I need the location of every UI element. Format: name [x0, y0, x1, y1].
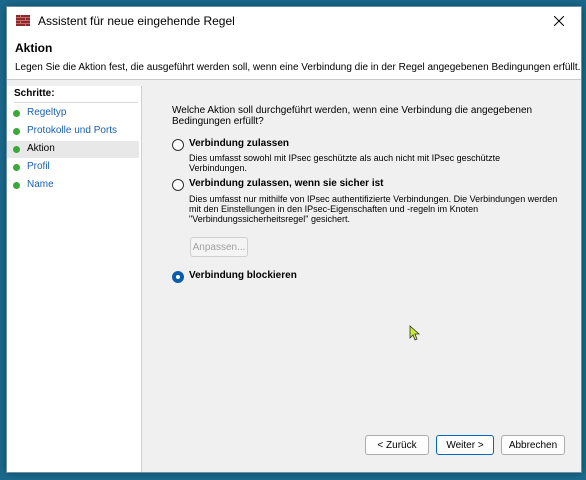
close-icon [554, 16, 564, 26]
divider [14, 102, 138, 103]
page-description: Legen Sie die Aktion fest, die ausgeführ… [15, 62, 581, 73]
sidebar-item-name[interactable]: Name [7, 177, 139, 194]
allow-if-secure-description: Dies umfasst nur mithilfe von IPsec auth… [189, 194, 558, 224]
sidebar-item-label: Name [27, 179, 54, 190]
customize-button[interactable]: Anpassen... [190, 237, 248, 257]
allow-if-secure-label[interactable]: Verbindung zulassen, wenn sie sicher ist [189, 178, 384, 189]
title-bar: Assistent für neue eingehende Regel [7, 7, 581, 35]
sidebar-item-label: Protokolle und Ports [27, 125, 118, 136]
step-status-icon [13, 182, 20, 189]
sidebar-item-label: Regeltyp [27, 107, 67, 118]
back-button[interactable]: < Zurück [365, 435, 429, 455]
firewall-app-icon [16, 15, 30, 26]
mouse-cursor-icon [409, 325, 421, 341]
sidebar-item-profil[interactable]: Profil [7, 159, 139, 176]
page-header: Aktion Legen Sie die Aktion fest, die au… [7, 35, 581, 80]
steps-heading: Schritte: [14, 88, 55, 99]
window-title: Assistent für neue eingehende Regel [38, 14, 235, 28]
sidebar-item-label: Profil [27, 161, 50, 172]
block-connection-radio[interactable] [172, 271, 184, 283]
step-status-icon [13, 110, 20, 117]
allow-connection-radio[interactable] [172, 139, 184, 151]
cancel-button[interactable]: Abbrechen [501, 435, 565, 455]
allow-connection-label[interactable]: Verbindung zulassen [189, 138, 289, 149]
wizard-window: Assistent für neue eingehende Regel Akti… [6, 6, 582, 473]
step-status-icon [13, 146, 20, 153]
sidebar-item-protokolle[interactable]: Protokolle und Ports [7, 123, 139, 140]
sidebar-item-regeltyp[interactable]: Regeltyp [7, 105, 139, 122]
step-status-icon [13, 164, 20, 171]
action-panel: Welche Aktion soll durchgeführt werden, … [145, 86, 581, 472]
block-connection-label[interactable]: Verbindung blockieren [189, 270, 297, 281]
step-status-icon [13, 128, 20, 135]
page-title: Aktion [15, 41, 53, 55]
sidebar-item-label: Aktion [27, 143, 55, 154]
steps-sidebar: Schritte: Regeltyp Protokolle und Ports … [7, 86, 142, 472]
allow-if-secure-radio[interactable] [172, 179, 184, 191]
action-question: Welche Aktion soll durchgeführt werden, … [172, 105, 533, 127]
next-button[interactable]: Weiter > [436, 435, 494, 455]
sidebar-item-aktion[interactable]: Aktion [7, 141, 139, 158]
allow-connection-description: Dies umfasst sowohl mit IPsec geschützte… [189, 153, 501, 173]
close-button[interactable] [537, 7, 581, 35]
